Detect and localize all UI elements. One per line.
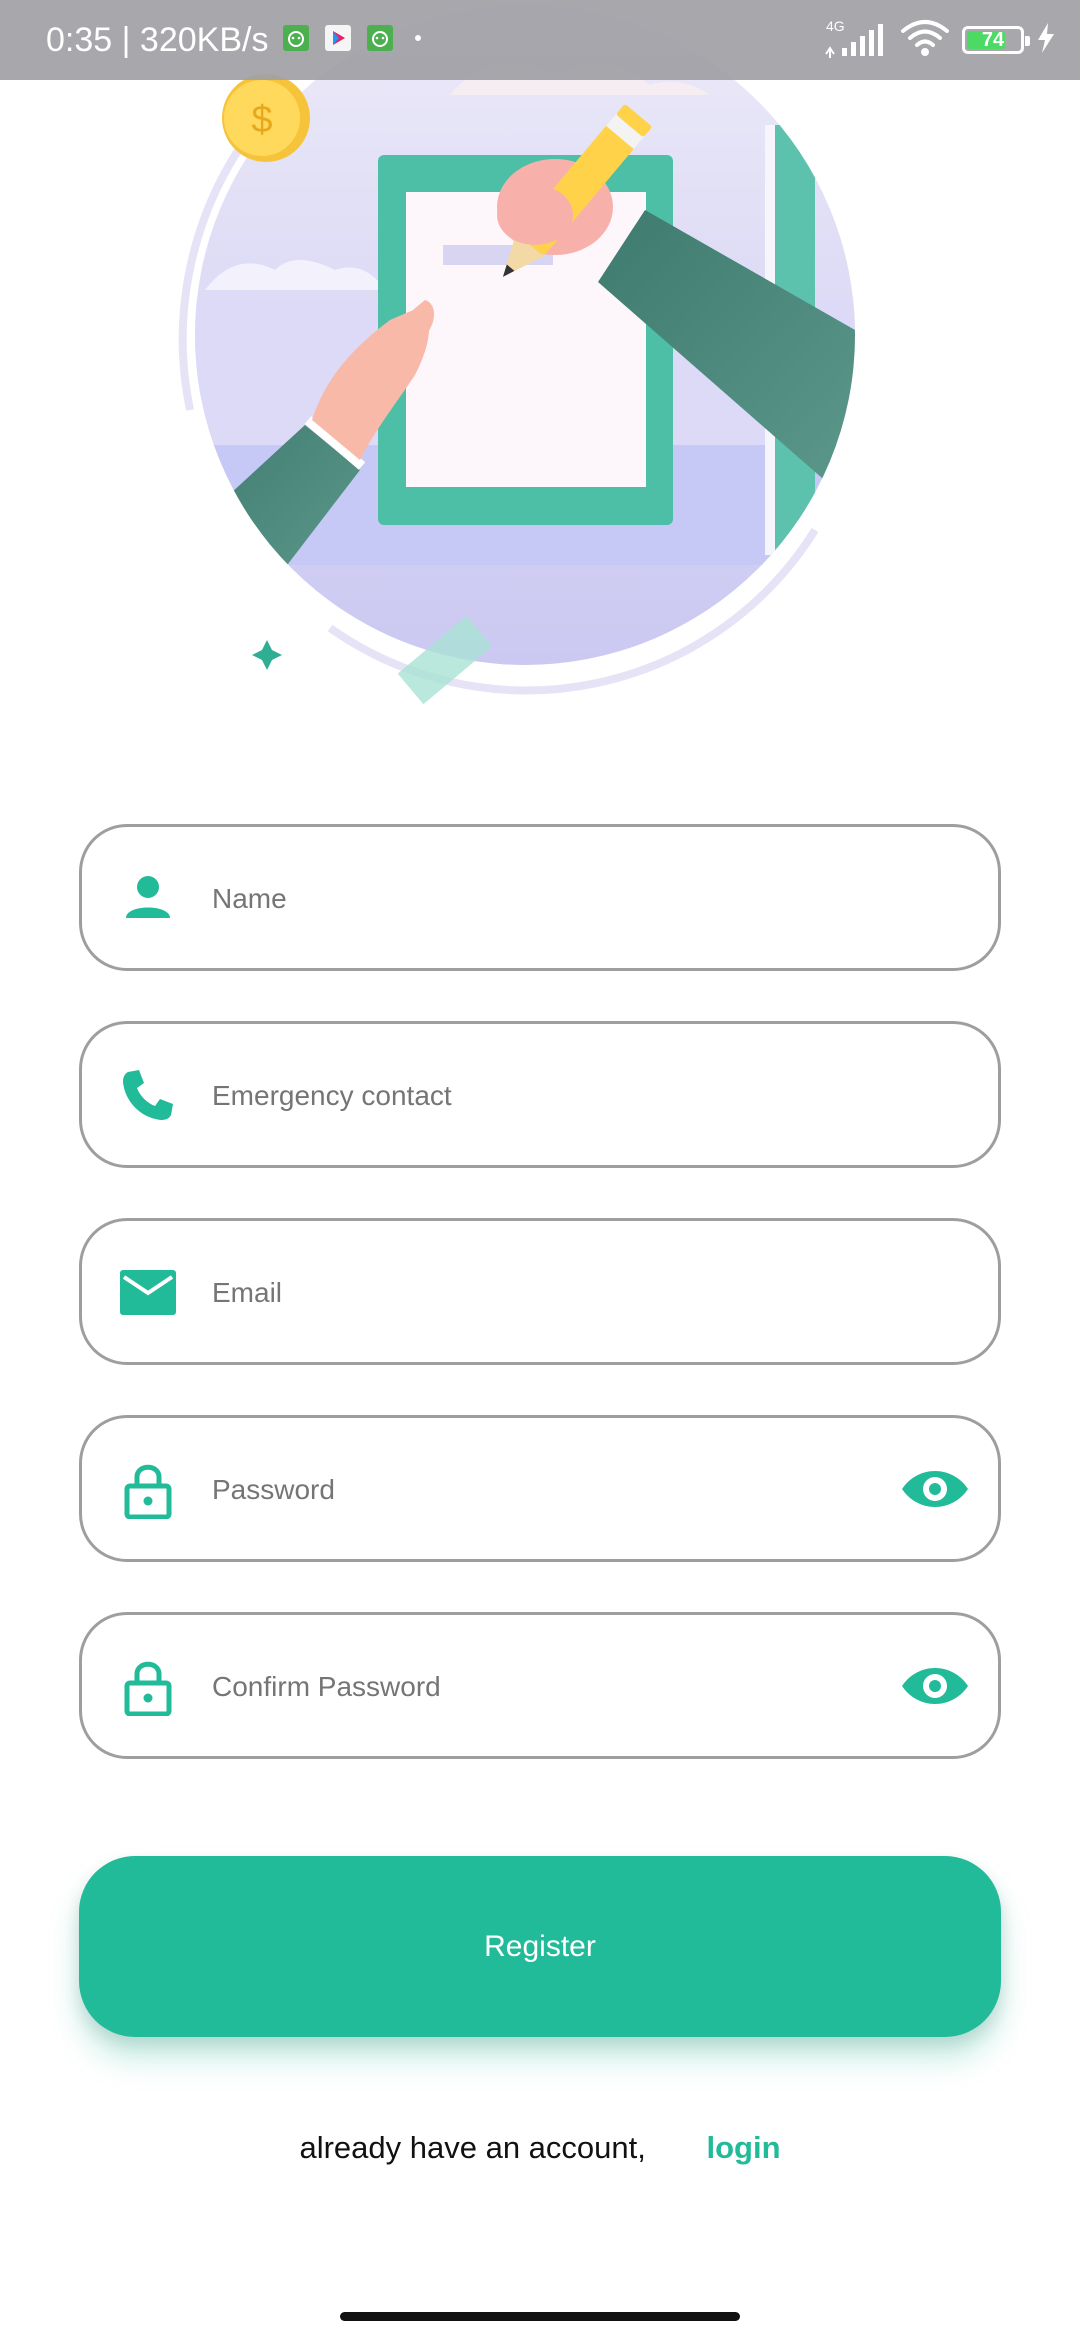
confirm-password-input[interactable] — [210, 1615, 834, 1758]
battery-icon: 74 — [962, 26, 1030, 54]
name-input[interactable] — [210, 827, 834, 970]
app-notification-icon — [366, 24, 394, 57]
lock-icon — [118, 1459, 178, 1519]
signal-icon: 4G — [822, 18, 888, 60]
dot-icon — [408, 28, 428, 53]
home-indicator[interactable] — [340, 2312, 740, 2321]
name-field[interactable] — [79, 824, 1001, 971]
status-bar: 0:35 | 320KB/s 4G 74 — [0, 0, 1080, 80]
network-speed: 320KB/s — [139, 20, 269, 59]
register-button[interactable]: Register — [79, 1856, 1001, 2037]
eye-icon[interactable] — [900, 1464, 970, 1514]
login-link[interactable]: login — [706, 2130, 780, 2165]
app-notification-icon — [282, 24, 310, 57]
email-field[interactable] — [79, 1218, 1001, 1365]
login-prompt: already have an account, — [299, 2130, 646, 2165]
eye-icon[interactable] — [900, 1661, 970, 1711]
status-time: 0:35 — [46, 20, 113, 59]
phone-icon — [118, 1065, 178, 1125]
password-input[interactable] — [210, 1418, 834, 1561]
battery-level: 74 — [981, 28, 1005, 51]
wifi-icon — [900, 19, 950, 62]
svg-text:$: $ — [251, 99, 272, 141]
confirm-password-field[interactable] — [79, 1612, 1001, 1759]
login-row: already have an account, login — [0, 2130, 1080, 2166]
mail-icon — [118, 1262, 178, 1322]
signup-illustration: $ — [178, 5, 855, 705]
lock-icon — [118, 1656, 178, 1716]
person-icon — [118, 868, 178, 928]
email-input[interactable] — [210, 1221, 834, 1364]
charging-icon — [1036, 22, 1056, 58]
play-store-icon — [324, 24, 352, 57]
emergency-contact-input[interactable] — [210, 1024, 834, 1167]
emergency-contact-field[interactable] — [79, 1021, 1001, 1168]
password-field[interactable] — [79, 1415, 1001, 1562]
